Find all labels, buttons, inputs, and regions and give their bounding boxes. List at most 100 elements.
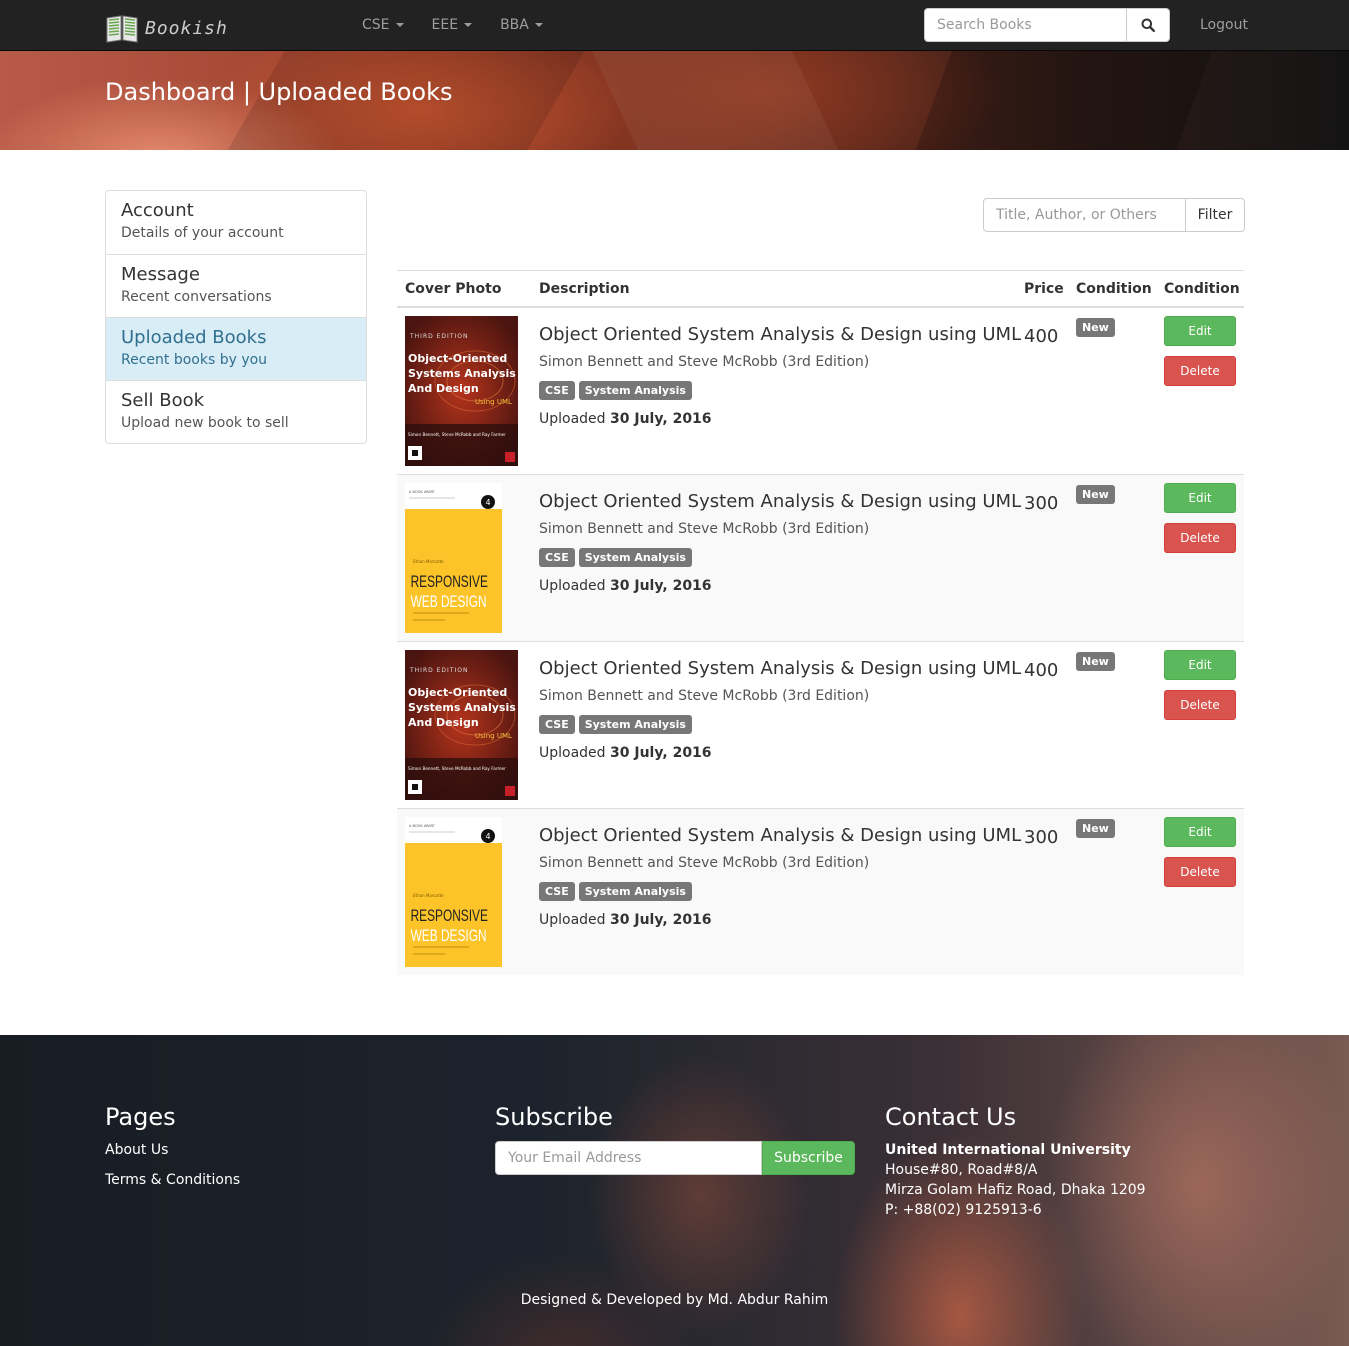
svg-text:Simon Bennett, Steve McRobb an: Simon Bennett, Steve McRobb and Ray Farm… <box>408 766 506 771</box>
delete-button[interactable]: Delete <box>1164 857 1236 887</box>
column-header-price: Price <box>1024 281 1064 297</box>
sidebar-item-account[interactable]: Account Details of your account <box>106 191 366 254</box>
book-authors: Simon Bennett and Steve McRobb (3rd Edit… <box>539 688 870 704</box>
svg-text:4: 4 <box>486 832 491 841</box>
svg-text:RESPONSIVE: RESPONSIVE <box>411 907 488 926</box>
nav-dropdown-label: BBA <box>500 17 529 33</box>
book-cover-image: THIRD EDITION Object-Oriented Systems An… <box>405 650 518 800</box>
sidebar-item-subtitle: Recent books by you <box>121 352 268 368</box>
nav-dropdown-bba[interactable]: BBA <box>486 0 557 50</box>
upload-date: Uploaded 30 July, 2016 <box>539 745 712 761</box>
search-icon <box>1141 18 1155 32</box>
column-header-description: Description <box>539 281 630 297</box>
edit-button[interactable]: Edit <box>1164 316 1236 346</box>
book-title[interactable]: Object Oriented System Analysis & Design… <box>539 825 1021 846</box>
upload-date-prefix: Uploaded <box>539 411 606 427</box>
svg-text:Ethan Marcotte: Ethan Marcotte <box>413 893 444 898</box>
contact-phone: P: +88(02) 9125913-6 <box>885 1202 1042 1218</box>
book-authors: Simon Bennett and Steve McRobb (3rd Edit… <box>539 855 870 871</box>
caret-down-icon <box>464 23 473 27</box>
sidebar-item-message[interactable]: Message Recent conversations <box>106 254 366 317</box>
sidebar-item-subtitle: Details of your account <box>121 225 284 241</box>
footer-contact-heading: Contact Us <box>885 1103 1017 1131</box>
sidebar-item-subtitle: Recent conversations <box>121 289 272 305</box>
tag-badge: System Analysis <box>578 548 692 567</box>
footer-link-terms[interactable]: Terms & Conditions <box>105 1172 240 1188</box>
table-header: Cover Photo Description Price Condition … <box>397 270 1244 308</box>
book-cover-image: A BOOK APART 4 Ethan Marcotte RESPONSIVE… <box>405 817 502 967</box>
table-row: A BOOK APART 4 Ethan Marcotte RESPONSIVE… <box>397 475 1244 642</box>
book-title[interactable]: Object Oriented System Analysis & Design… <box>539 658 1021 679</box>
search-books-input[interactable] <box>924 8 1127 42</box>
search-button[interactable] <box>1127 8 1170 42</box>
brand-link[interactable]: Bookish <box>105 12 228 44</box>
table-row: A BOOK APART 4 Ethan Marcotte RESPONSIVE… <box>397 809 1244 975</box>
svg-text:RESPONSIVE: RESPONSIVE <box>411 573 488 592</box>
site-footer: Pages About Us Terms & Conditions Subscr… <box>0 1035 1349 1346</box>
banner-decoration <box>582 51 858 150</box>
tag-badge: System Analysis <box>578 882 692 901</box>
edit-button[interactable]: Edit <box>1164 817 1236 847</box>
email-field[interactable] <box>495 1141 762 1175</box>
book-authors: Simon Bennett and Steve McRobb (3rd Edit… <box>539 354 870 370</box>
condition-badge: New <box>1076 819 1115 838</box>
tag-badge: CSE <box>539 715 575 734</box>
book-price: 400 <box>1024 660 1059 681</box>
book-price: 400 <box>1024 326 1059 347</box>
sidebar-item-uploaded-books[interactable]: Uploaded Books Recent books by you <box>106 317 366 380</box>
tag-list: CSE System Analysis <box>539 882 696 901</box>
footer-link-about-us[interactable]: About Us <box>105 1142 168 1158</box>
filter-button[interactable]: Filter <box>1186 198 1245 232</box>
book-title[interactable]: Object Oriented System Analysis & Design… <box>539 491 1021 512</box>
tag-badge: CSE <box>539 548 575 567</box>
svg-text:A BOOK APART: A BOOK APART <box>409 824 436 828</box>
page-header-banner: Dashboard | Uploaded Books <box>0 51 1349 150</box>
nav-dropdown-cse[interactable]: CSE <box>348 0 418 50</box>
svg-text:Object-Oriented: Object-Oriented <box>408 686 507 699</box>
logout-link[interactable]: Logout <box>1200 0 1248 50</box>
book-price: 300 <box>1024 827 1059 848</box>
book-cover-image: THIRD EDITION Object-Oriented Systems An… <box>405 316 518 466</box>
upload-date-value: 30 July, 2016 <box>610 912 712 928</box>
delete-button[interactable]: Delete <box>1164 523 1236 553</box>
book-title[interactable]: Object Oriented System Analysis & Design… <box>539 324 1021 345</box>
navbar-search-form <box>924 8 1170 42</box>
delete-button[interactable]: Delete <box>1164 690 1236 720</box>
filter-form: Filter <box>983 198 1245 232</box>
condition-badge: New <box>1076 652 1115 671</box>
upload-date-prefix: Uploaded <box>539 912 606 928</box>
svg-text:Using UML: Using UML <box>475 398 512 406</box>
svg-text:Systems Analysis: Systems Analysis <box>408 701 516 714</box>
dashboard-sidebar: Account Details of your account Message … <box>105 190 367 444</box>
svg-text:Systems Analysis: Systems Analysis <box>408 367 516 380</box>
caret-down-icon <box>534 23 543 27</box>
svg-text:THIRD EDITION: THIRD EDITION <box>409 333 468 340</box>
sidebar-item-heading: Sell Book <box>121 390 205 411</box>
edit-button[interactable]: Edit <box>1164 650 1236 680</box>
footer-credit: Designed & Developed by Md. Abdur Rahim <box>520 1292 829 1308</box>
upload-date-value: 30 July, 2016 <box>610 411 712 427</box>
book-authors: Simon Bennett and Steve McRobb (3rd Edit… <box>539 521 870 537</box>
nav-menu: CSE EEE BBA <box>348 0 557 50</box>
tag-list: CSE System Analysis <box>539 381 696 400</box>
filter-input[interactable] <box>983 198 1186 232</box>
caret-down-icon <box>395 23 404 27</box>
upload-date: Uploaded 30 July, 2016 <box>539 411 712 427</box>
delete-button[interactable]: Delete <box>1164 356 1236 386</box>
edit-button[interactable]: Edit <box>1164 483 1236 513</box>
svg-text:Simon Bennett, Steve McRobb an: Simon Bennett, Steve McRobb and Ray Farm… <box>408 432 506 437</box>
svg-text:WEB DESIGN: WEB DESIGN <box>411 927 487 946</box>
sidebar-item-sell-book[interactable]: Sell Book Upload new book to sell <box>106 380 366 443</box>
tag-badge: System Analysis <box>578 381 692 400</box>
page-title: Dashboard | Uploaded Books <box>105 78 453 106</box>
nav-dropdown-eee[interactable]: EEE <box>418 0 487 50</box>
footer-pages-heading: Pages <box>105 1103 176 1131</box>
svg-text:Using UML: Using UML <box>475 732 512 740</box>
table-row: THIRD EDITION Object-Oriented Systems An… <box>397 308 1244 475</box>
subscribe-button[interactable]: Subscribe <box>762 1141 855 1175</box>
sidebar-item-heading: Account <box>121 200 194 221</box>
svg-text:THIRD EDITION: THIRD EDITION <box>409 667 468 674</box>
sidebar-item-heading: Message <box>121 264 200 285</box>
top-navbar: Bookish CSE EEE BBA Logout <box>0 0 1349 51</box>
svg-text:And Design: And Design <box>408 382 479 395</box>
